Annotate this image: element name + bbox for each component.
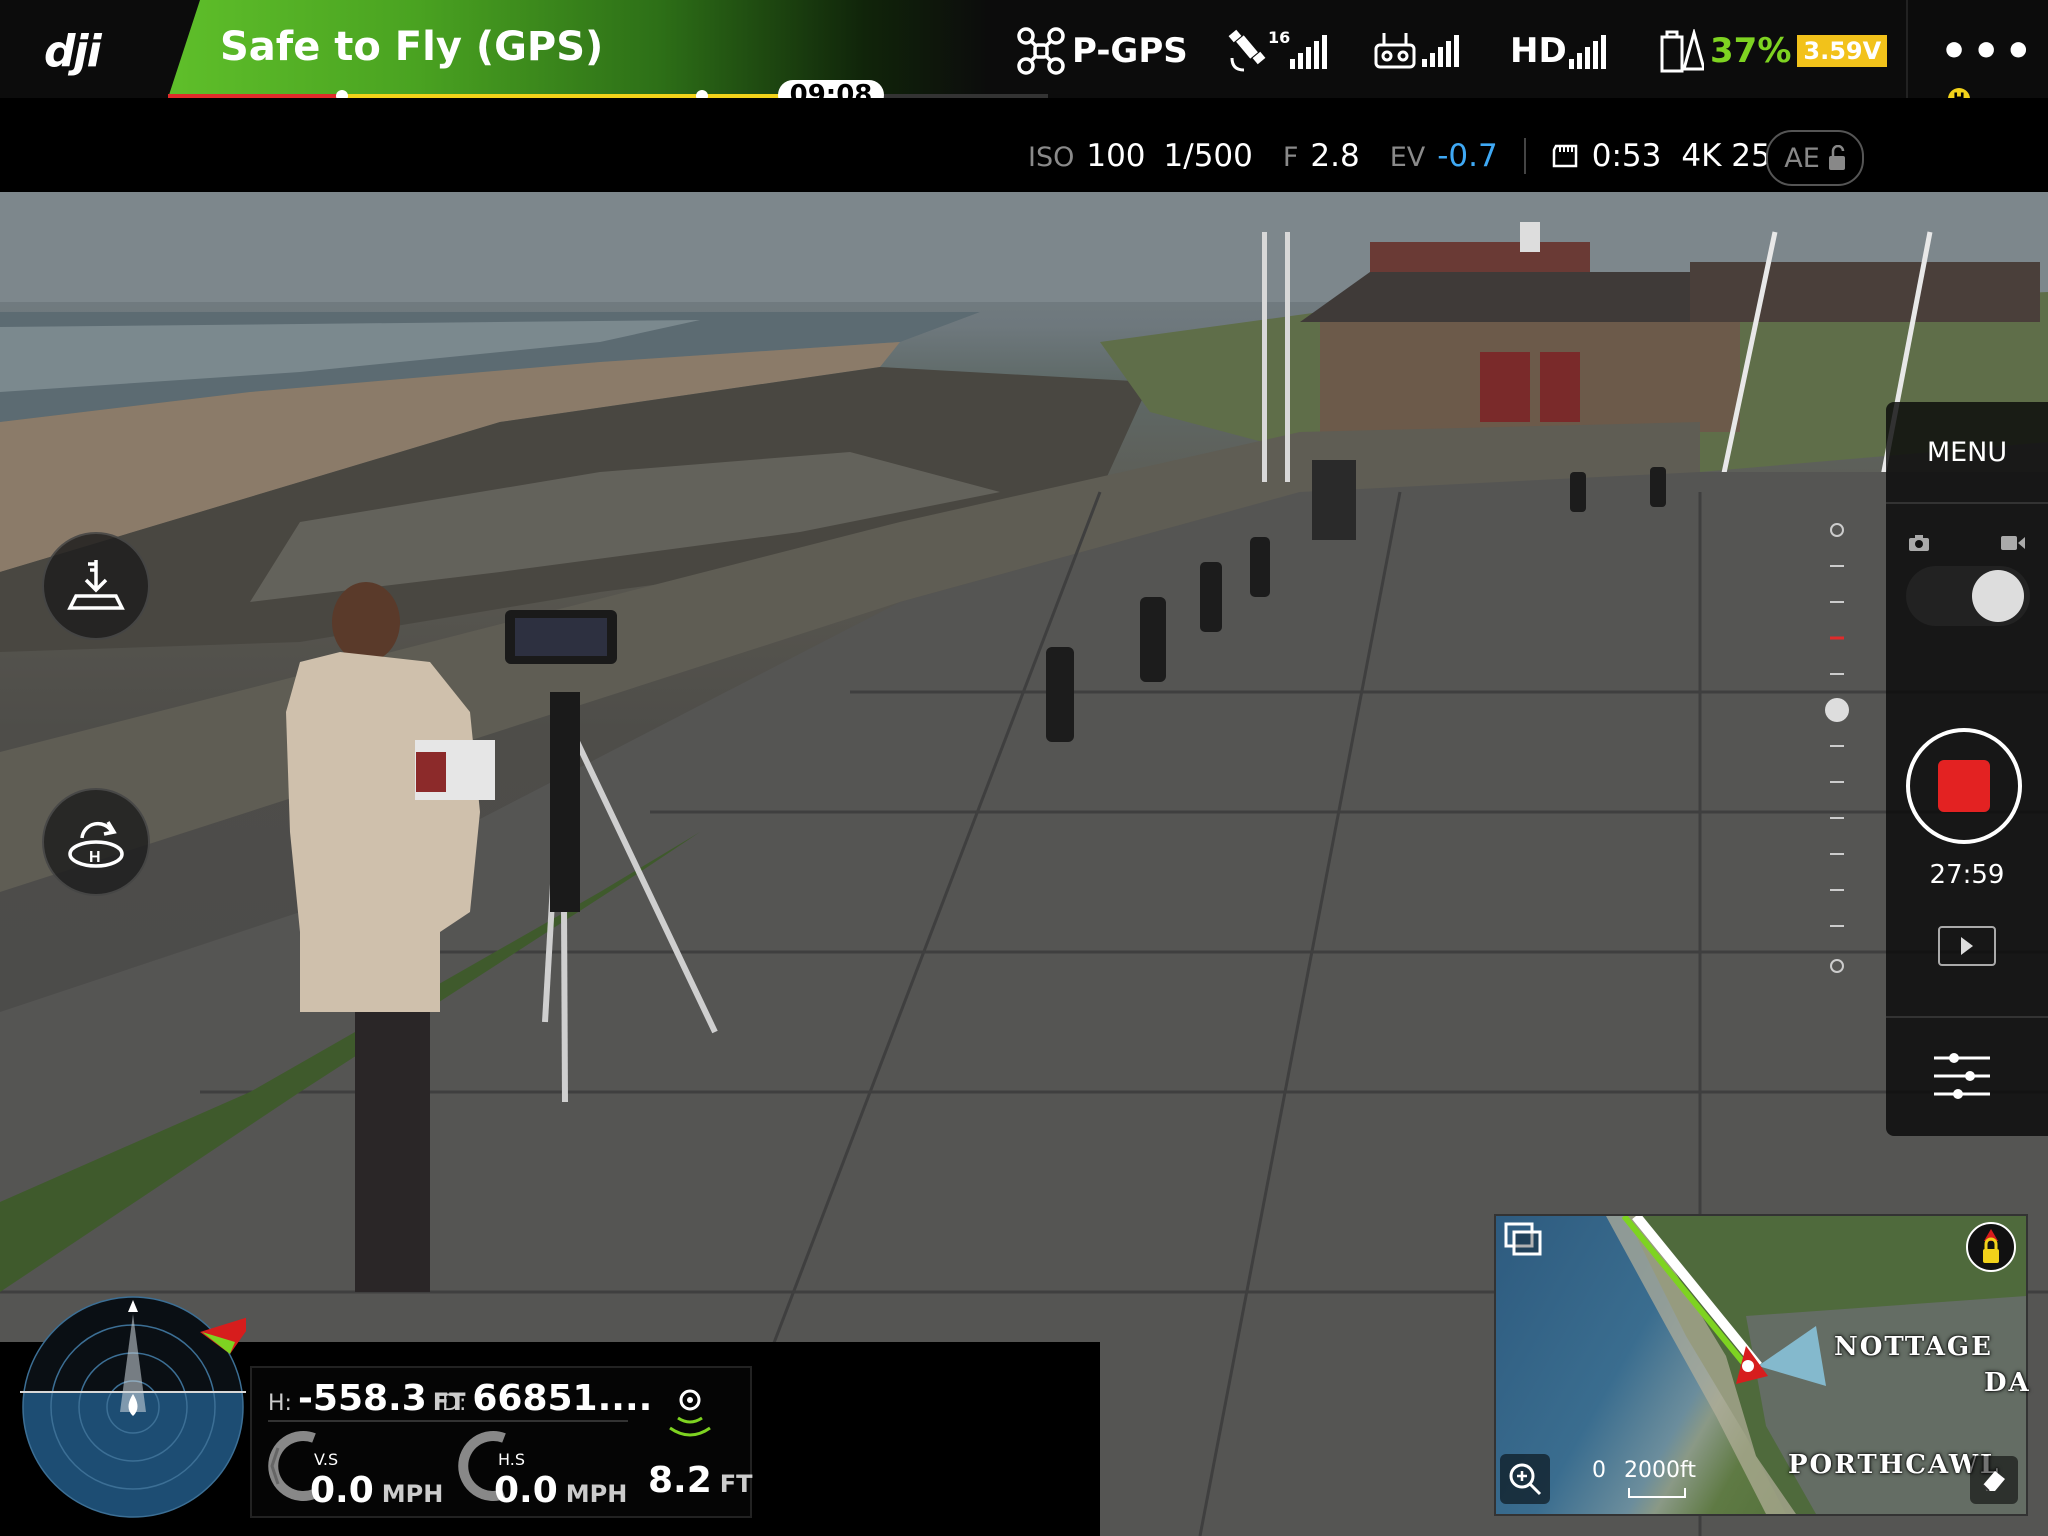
video-signal-bars-icon xyxy=(1568,35,1606,69)
camera-settings-button[interactable] xyxy=(1930,1046,1994,1106)
ae-lock-label: AE xyxy=(1784,142,1820,174)
video-link-indicator[interactable]: HD xyxy=(1510,26,1609,76)
panel-divider xyxy=(1886,1016,2048,1018)
topbar-divider xyxy=(1906,0,1908,98)
video-link-label: HD xyxy=(1510,31,1567,71)
battery-percent: 37% xyxy=(1710,31,1792,71)
flight-mode-indicator[interactable]: P-GPS xyxy=(1016,26,1188,76)
vertical-speed-readout: 0.0 MPH xyxy=(310,1470,443,1511)
more-options-button[interactable]: ••• xyxy=(1940,26,2036,77)
svg-text:H: H xyxy=(89,849,101,866)
map-expand-icon[interactable] xyxy=(1504,1222,1544,1258)
playback-button[interactable] xyxy=(1938,926,1996,966)
vps-height-readout: 8.2 FT xyxy=(648,1460,753,1501)
takeoff-landing-icon xyxy=(67,560,125,610)
battery-indicator[interactable]: 37% 3.59V xyxy=(1660,26,1888,76)
recording-capacity: 0:53 xyxy=(1591,138,1662,174)
zoom-scale xyxy=(1825,523,1849,973)
shutter-value: 1/500 xyxy=(1163,138,1253,174)
north-lock-icon xyxy=(1983,1229,1999,1263)
horizontal-speed-unit: MPH xyxy=(565,1480,628,1508)
remote-controller-signal-icon xyxy=(1374,33,1459,69)
signal-bars-icon xyxy=(1290,35,1328,69)
map-label-da: DA xyxy=(1984,1368,2031,1398)
return-home-icon: H xyxy=(68,821,124,868)
toggle-knob[interactable] xyxy=(1972,570,2024,622)
return-to-home-button[interactable]: H xyxy=(42,788,150,896)
vertical-speed-value: 0.0 xyxy=(310,1470,374,1511)
distance-label: D: xyxy=(442,1391,467,1416)
height-value: -558.3 xyxy=(297,1378,427,1419)
camera-parameters[interactable]: ISO 100 1/500 F 2.8 EV -0.7 0:53 4K 25 xyxy=(1028,138,1771,174)
map-label-nottage: NOTTAGE xyxy=(1834,1332,1993,1362)
battery-smart-icon xyxy=(1660,29,1704,73)
telemetry-divider xyxy=(268,1420,628,1422)
map-scale-bar xyxy=(1628,1488,1686,1498)
map-scale-start: 0 xyxy=(1592,1458,1606,1483)
horizontal-speed-label: H.S xyxy=(498,1450,525,1469)
vision-positioning-icon xyxy=(669,1389,711,1437)
camera-menu-button[interactable]: MENU xyxy=(1886,402,2048,502)
video-resolution: 4K 25 xyxy=(1681,138,1771,174)
vps-height-unit: FT xyxy=(719,1470,753,1498)
horizontal-speed-readout: 0.0 MPH xyxy=(494,1470,627,1511)
satellite-icon xyxy=(1228,29,1266,72)
camera-bar-divider xyxy=(1523,138,1526,174)
zoom-in-icon xyxy=(1509,1463,1542,1496)
vps-height-value: 8.2 xyxy=(648,1460,712,1501)
flight-mode-label: P-GPS xyxy=(1072,31,1188,71)
gps-signal-indicator[interactable]: 16 xyxy=(1228,26,1330,76)
distance-readout: D: 66851.... xyxy=(442,1378,652,1419)
map-zoom-button[interactable] xyxy=(1500,1454,1550,1504)
aircraft-icon xyxy=(1017,27,1065,75)
map-scale-end: 2000ft xyxy=(1624,1458,1696,1483)
stop-recording-icon[interactable] xyxy=(1938,760,1990,812)
panel-divider xyxy=(1886,502,2048,504)
attitude-indicator xyxy=(20,1296,258,1518)
eraser-icon xyxy=(1982,1471,2005,1492)
horizontal-speed-value: 0.0 xyxy=(494,1470,558,1511)
photo-mode-icon[interactable] xyxy=(1908,534,1930,556)
play-icon xyxy=(1961,937,1973,955)
dji-logo[interactable]: dji xyxy=(44,26,102,77)
vertical-speed-label: V.S xyxy=(314,1450,339,1469)
flight-status-text: Safe to Fly (GPS) xyxy=(220,24,604,70)
map-clear-path-button[interactable] xyxy=(1970,1456,2018,1504)
aperture-value: 2.8 xyxy=(1310,138,1360,174)
map-label-porthcawl: PORTHCAWL xyxy=(1788,1450,2001,1480)
video-mode-icon[interactable] xyxy=(2000,534,2026,556)
vertical-speed-unit: MPH xyxy=(381,1480,444,1508)
satellite-count: 16 xyxy=(1268,27,1291,47)
height-readout: H: -558.3 FT xyxy=(268,1378,466,1419)
sd-card-icon xyxy=(1552,144,1577,168)
remote-signal-indicator[interactable] xyxy=(1374,26,1470,76)
aperture-label: F xyxy=(1282,142,1299,173)
ev-label: EV xyxy=(1389,142,1426,173)
iso-label: ISO xyxy=(1028,142,1075,173)
distance-value: 66851.... xyxy=(472,1378,653,1419)
unlock-icon xyxy=(1828,145,1845,170)
ev-value: -0.7 xyxy=(1437,138,1498,174)
recording-time: 27:59 xyxy=(1929,860,2005,890)
height-label: H: xyxy=(268,1391,292,1416)
map-scale: 0 2000ft xyxy=(1592,1458,1696,1483)
battery-voltage: 3.59V xyxy=(1797,35,1888,67)
auto-takeoff-button[interactable] xyxy=(42,532,150,640)
sliders-icon xyxy=(1934,1053,1990,1099)
iso-value: 100 xyxy=(1086,138,1146,174)
attitude-radar[interactable] xyxy=(20,1294,258,1520)
ae-lock-button[interactable]: AE xyxy=(1766,130,1864,186)
gimbal-zoom-slider[interactable] xyxy=(1822,520,1852,980)
map-lock-button[interactable] xyxy=(1966,1222,2016,1272)
